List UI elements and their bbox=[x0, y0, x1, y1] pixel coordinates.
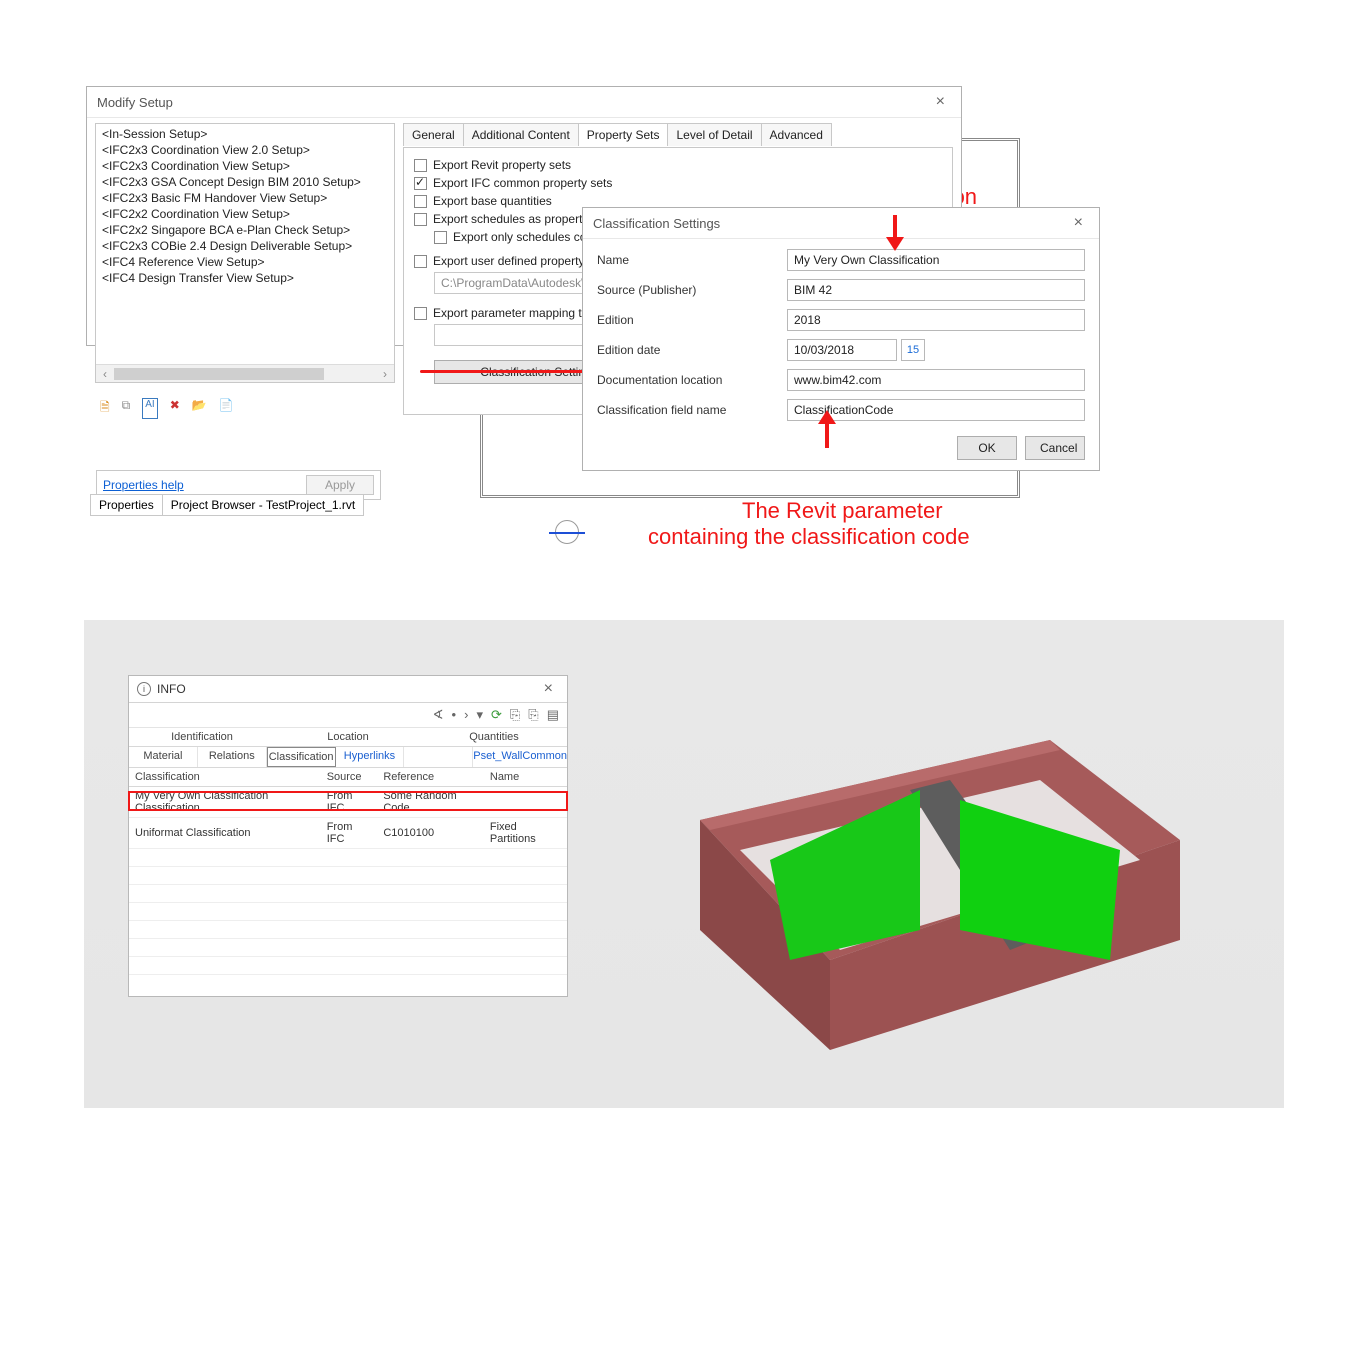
setup-item[interactable]: <IFC2x3 Coordination View 2.0 Setup> bbox=[100, 142, 390, 158]
close-icon[interactable]: × bbox=[930, 93, 951, 111]
label-edition-date: Edition date bbox=[597, 343, 787, 357]
check-ifc-common[interactable]: Export IFC common property sets bbox=[414, 174, 942, 192]
tab-properties[interactable]: Properties bbox=[90, 494, 163, 516]
col-reference[interactable]: Reference bbox=[377, 768, 484, 787]
label-name: Name bbox=[597, 253, 787, 267]
nav-prev-icon[interactable]: • bbox=[450, 707, 459, 723]
table-row[interactable]: Uniformat Classification From IFC C10101… bbox=[129, 818, 567, 849]
input-edition-date[interactable] bbox=[787, 339, 897, 361]
copy-setup-icon[interactable]: ⧉ bbox=[122, 398, 131, 419]
tab-project-browser[interactable]: Project Browser - TestProject_1.rvt bbox=[162, 494, 365, 516]
label-source: Source (Publisher) bbox=[597, 283, 787, 297]
tab-general[interactable]: General bbox=[403, 123, 464, 146]
calendar-icon[interactable]: 15 bbox=[901, 339, 925, 361]
modify-setup-titlebar: Modify Setup × bbox=[87, 87, 961, 118]
check-revit-psets[interactable]: Export Revit property sets bbox=[414, 156, 942, 174]
group-identification[interactable]: Identification bbox=[129, 728, 275, 746]
setup-item[interactable]: <IFC2x2 Coordination View Setup> bbox=[100, 206, 390, 222]
nav-dropdown-icon[interactable]: ▾ bbox=[474, 707, 485, 723]
label-doc-location: Documentation location bbox=[597, 373, 787, 387]
setup-item[interactable]: <IFC2x2 Singapore BCA e-Plan Check Setup… bbox=[100, 222, 390, 238]
setup-action-toolbar: 🗎 ⧉ AI ✖ 📂 📄 bbox=[100, 398, 234, 419]
import-setup-icon[interactable]: 📂 bbox=[192, 398, 207, 419]
new-setup-icon[interactable]: 🗎 bbox=[100, 398, 110, 419]
label-edition: Edition bbox=[597, 313, 787, 327]
clipboard-icon[interactable]: ⎘ bbox=[526, 707, 540, 723]
layout-icon[interactable]: ▤ bbox=[545, 707, 561, 723]
setup-item[interactable]: <IFC2x3 COBie 2.4 Design Deliverable Set… bbox=[100, 238, 390, 254]
modify-setup-title: Modify Setup bbox=[97, 95, 173, 110]
subtab-empty bbox=[404, 747, 473, 767]
setup-item[interactable]: <IFC2x3 GSA Concept Design BIM 2010 Setu… bbox=[100, 174, 390, 190]
subtab-material[interactable]: Material bbox=[129, 747, 198, 767]
setup-list[interactable]: <In-Session Setup> <IFC2x3 Coordination … bbox=[95, 123, 395, 383]
annotation-bottom-2: containing the classification code bbox=[648, 524, 970, 550]
horizontal-scrollbar[interactable]: ‹ › bbox=[96, 364, 394, 382]
cancel-button[interactable]: Cancel bbox=[1025, 436, 1085, 460]
subtab-classification[interactable]: Classification bbox=[267, 747, 336, 767]
scroll-right-icon[interactable]: › bbox=[376, 365, 394, 383]
group-quantities[interactable]: Quantities bbox=[421, 728, 567, 746]
tab-advanced[interactable]: Advanced bbox=[761, 123, 832, 146]
rename-setup-icon[interactable]: AI bbox=[142, 398, 157, 419]
input-doc-location[interactable] bbox=[787, 369, 1085, 391]
info-panel: i INFO × ∢ • › ▾ ⟳ ⎘ ⎘ ▤ Identification … bbox=[128, 675, 568, 997]
setup-item[interactable]: <IFC4 Design Transfer View Setup> bbox=[100, 270, 390, 286]
col-source[interactable]: Source bbox=[321, 768, 378, 787]
col-name[interactable]: Name bbox=[484, 768, 567, 787]
scroll-left-icon[interactable]: ‹ bbox=[96, 365, 114, 383]
info-subtabs: Material Relations Classification Hyperl… bbox=[129, 747, 567, 768]
info-icon: i bbox=[137, 682, 151, 696]
annotation-arrow-down bbox=[880, 215, 910, 255]
col-classification[interactable]: Classification bbox=[129, 768, 321, 787]
model-3d-view[interactable] bbox=[640, 700, 1220, 1080]
subtab-hyperlinks[interactable]: Hyperlinks bbox=[336, 747, 405, 767]
annotation-arrow-up bbox=[812, 408, 842, 448]
bottom-tabs: Properties Project Browser - TestProject… bbox=[90, 494, 363, 516]
tab-property-sets[interactable]: Property Sets bbox=[578, 123, 669, 146]
classification-dialog-titlebar: Classification Settings × bbox=[583, 208, 1099, 239]
setup-item[interactable]: <IFC4 Reference View Setup> bbox=[100, 254, 390, 270]
refresh-icon[interactable]: ⟳ bbox=[489, 707, 504, 723]
classification-dialog-title: Classification Settings bbox=[593, 216, 720, 231]
info-toolbar: ∢ • › ▾ ⟳ ⎘ ⎘ ▤ bbox=[129, 703, 567, 728]
annotation-bottom-1: The Revit parameter bbox=[742, 498, 943, 524]
export-setup-icon[interactable]: 📄 bbox=[219, 398, 234, 419]
info-title: INFO bbox=[157, 682, 186, 696]
nav-first-icon[interactable]: ∢ bbox=[431, 707, 446, 723]
delete-setup-icon[interactable]: ✖ bbox=[170, 398, 180, 419]
group-location[interactable]: Location bbox=[275, 728, 421, 746]
close-icon[interactable]: × bbox=[1068, 214, 1089, 232]
scroll-thumb[interactable] bbox=[114, 368, 324, 380]
apply-button[interactable]: Apply bbox=[306, 475, 374, 495]
nav-next-icon[interactable]: › bbox=[462, 707, 470, 723]
setup-item[interactable]: <In-Session Setup> bbox=[100, 126, 390, 142]
label-field-name: Classification field name bbox=[597, 403, 787, 417]
setup-item[interactable]: <IFC2x3 Coordination View Setup> bbox=[100, 158, 390, 174]
close-icon[interactable]: × bbox=[538, 680, 559, 698]
setup-item[interactable]: <IFC2x3 Basic FM Handover View Setup> bbox=[100, 190, 390, 206]
modify-setup-tabs: General Additional Content Property Sets… bbox=[403, 123, 831, 146]
subtab-pset[interactable]: Pset_WallCommon bbox=[473, 747, 567, 767]
annotation-highlight-row bbox=[128, 791, 568, 811]
tab-additional-content[interactable]: Additional Content bbox=[463, 123, 579, 146]
properties-help-link[interactable]: Properties help bbox=[103, 478, 184, 492]
subtab-relations[interactable]: Relations bbox=[198, 747, 267, 767]
info-groups: Identification Location Quantities bbox=[129, 728, 567, 747]
ok-button[interactable]: OK bbox=[957, 436, 1017, 460]
copy-icon[interactable]: ⎘ bbox=[508, 707, 522, 723]
input-edition[interactable] bbox=[787, 309, 1085, 331]
input-source[interactable] bbox=[787, 279, 1085, 301]
input-name[interactable] bbox=[787, 249, 1085, 271]
view-marker-icon bbox=[545, 512, 589, 556]
tab-lod[interactable]: Level of Detail bbox=[667, 123, 761, 146]
